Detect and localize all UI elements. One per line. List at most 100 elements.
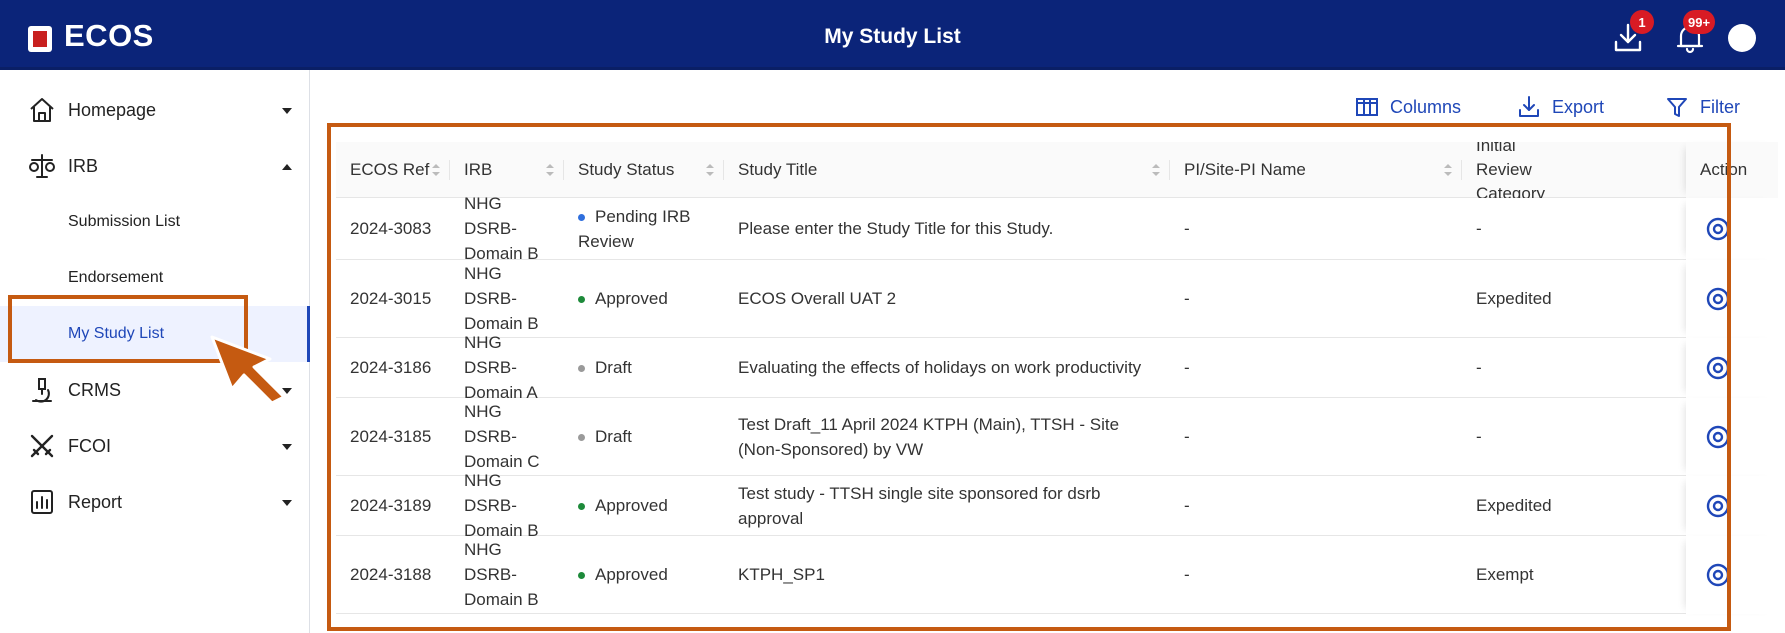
cell-study-title-text: KTPH_SP1 — [738, 565, 825, 584]
cell-irb: NHG DSRB-Domain B — [450, 260, 564, 337]
sort-icon[interactable] — [430, 162, 442, 178]
sidebar-subitem-label: Endorsement — [68, 269, 164, 286]
cell-ecos-ref-text: 2024-3186 — [350, 358, 432, 377]
status-dot — [578, 296, 585, 304]
column-header-irb[interactable]: IRB — [450, 142, 564, 198]
cell-action — [1686, 198, 1778, 260]
view-eye-icon[interactable] — [1704, 354, 1732, 382]
cell-study-title-text: Test study - TTSH single site sponsored … — [738, 483, 1101, 528]
sidebar-subitem-my-study-list[interactable]: My Study List — [0, 306, 310, 362]
sidebar-item-label: Report — [68, 491, 123, 512]
sidebar-item-label: FCOI — [68, 435, 111, 456]
sidebar-item-homepage[interactable]: Homepage — [0, 82, 310, 138]
cell-action — [1686, 536, 1778, 614]
cell-review-category: Expedited — [1462, 260, 1686, 337]
cell-ecos-ref-text: 2024-3083 — [350, 219, 432, 238]
cell-study-status: Approved — [564, 536, 724, 613]
column-header-review-category[interactable]: Initial Review Category — [1462, 142, 1686, 198]
sort-icon[interactable] — [704, 162, 716, 178]
status-label: Draft — [595, 358, 632, 377]
cell-pi-name: - — [1170, 398, 1462, 475]
cell-study-status: Pending IRB Review — [564, 198, 724, 259]
chevron-up-icon — [280, 160, 294, 174]
status-label: Pending IRB Review — [578, 206, 691, 251]
sidebar-item-crms[interactable]: CRMS — [0, 362, 310, 418]
filter-button[interactable]: Filter — [1664, 92, 1740, 122]
status-dot — [578, 503, 585, 511]
cell-irb-text: NHG DSRB-Domain C — [464, 402, 540, 471]
cell-pi-name: - — [1170, 198, 1462, 259]
chevron-down-icon — [280, 104, 294, 118]
sidebar-item-report[interactable]: Report — [0, 474, 310, 530]
cell-study-title-text: ECOS Overall UAT 2 — [738, 289, 897, 308]
status-text: Pending IRB Review — [578, 204, 710, 254]
cell-review-category-text: - — [1476, 427, 1482, 446]
table-row: 2024-3188 NHG DSRB-Domain B Approved KTPH_S… — [336, 536, 1778, 614]
sidebar-item-irb[interactable]: IRB — [0, 138, 310, 194]
sidebar-subitem-label: Submission List — [68, 213, 181, 230]
cell-pi-name-text: - — [1184, 496, 1190, 515]
cell-pi-name-text: - — [1184, 289, 1190, 308]
view-eye-icon[interactable] — [1704, 423, 1732, 451]
table-row: 2024-3185 NHG DSRB-Domain C Draft Test Draf… — [336, 398, 1778, 476]
table-row: 2024-3015 NHG DSRB-Domain B Approved ECOS O… — [336, 260, 1778, 338]
microscope-icon — [28, 376, 56, 404]
cell-pi-name-text: - — [1184, 219, 1190, 238]
columns-button[interactable]: Columns — [1354, 92, 1461, 122]
sort-icon[interactable] — [1442, 162, 1454, 178]
column-header-ecos-ref[interactable]: ECOS Ref — [336, 142, 450, 198]
view-eye-icon[interactable] — [1704, 215, 1732, 243]
sort-icon[interactable] — [1150, 162, 1162, 178]
cell-irb-text: NHG DSRB-Domain B — [464, 264, 539, 333]
cell-study-title: Test Draft_11 April 2024 KTPH (Main), TT… — [724, 398, 1170, 475]
status-label: Approved — [595, 289, 668, 308]
column-header-label: PI/Site-PI Name — [1184, 160, 1306, 179]
cell-ecos-ref: 2024-3015 — [336, 260, 450, 337]
cell-irb: NHG DSRB-Domain B — [450, 194, 564, 263]
cell-review-category-text: Expedited — [1476, 289, 1552, 308]
sidebar-item-fcoi[interactable]: FCOI — [0, 418, 310, 474]
columns-label: Columns — [1390, 96, 1462, 117]
cell-review-category: - — [1462, 338, 1686, 397]
cell-pi-name-text: - — [1184, 427, 1190, 446]
cell-ecos-ref-text: 2024-3185 — [350, 427, 432, 446]
cell-irb-text: NHG DSRB-Domain A — [464, 333, 538, 402]
column-header-study-status[interactable]: Study Status — [564, 142, 724, 198]
app-window: ECOS My Study List 1 99+ Homepage IRB Su… — [0, 0, 1785, 633]
sidebar-subitem-submission-list[interactable]: Submission List — [0, 194, 310, 250]
top-bar: ECOS My Study List 1 99+ — [0, 0, 1785, 70]
view-eye-icon[interactable] — [1704, 561, 1732, 589]
status-dot — [578, 213, 585, 221]
status-dot — [578, 434, 585, 442]
status-dot — [578, 572, 585, 580]
sort-icon[interactable] — [544, 162, 556, 178]
column-header-label: Action — [1700, 160, 1748, 179]
column-header-study-title[interactable]: Study Title — [724, 142, 1170, 198]
column-header-pi-name[interactable]: PI/Site-PI Name — [1170, 142, 1462, 198]
cell-pi-name-text: - — [1184, 565, 1190, 584]
view-eye-icon[interactable] — [1704, 285, 1732, 313]
filter-label: Filter — [1700, 96, 1740, 117]
cell-study-status: Draft — [564, 398, 724, 475]
column-header-label: Initial Review Category — [1476, 142, 1545, 198]
cell-pi-name: - — [1170, 476, 1462, 535]
report-icon — [28, 488, 56, 516]
view-eye-icon[interactable] — [1704, 492, 1732, 520]
cell-ecos-ref: 2024-3185 — [336, 398, 450, 475]
status-text: Draft — [578, 355, 632, 380]
cell-irb: NHG DSRB-Domain B — [450, 471, 564, 540]
cell-study-status: Approved — [564, 260, 724, 337]
cell-action — [1686, 476, 1778, 536]
export-button[interactable]: Export — [1516, 92, 1604, 122]
status-text: Approved — [578, 493, 668, 518]
table-row: 2024-3189 NHG DSRB-Domain B Approved Test s… — [336, 471, 1778, 540]
home-icon — [28, 96, 56, 124]
cell-ecos-ref-text: 2024-3188 — [350, 565, 432, 584]
sidebar-item-label: CRMS — [68, 379, 121, 400]
status-text: Approved — [578, 562, 668, 587]
cell-action — [1686, 398, 1778, 476]
sidebar-subitem-endorsement[interactable]: Endorsement — [0, 250, 310, 306]
column-header-label: Study Status — [578, 160, 675, 179]
columns-icon — [1356, 98, 1378, 116]
avatar[interactable] — [1728, 24, 1756, 52]
